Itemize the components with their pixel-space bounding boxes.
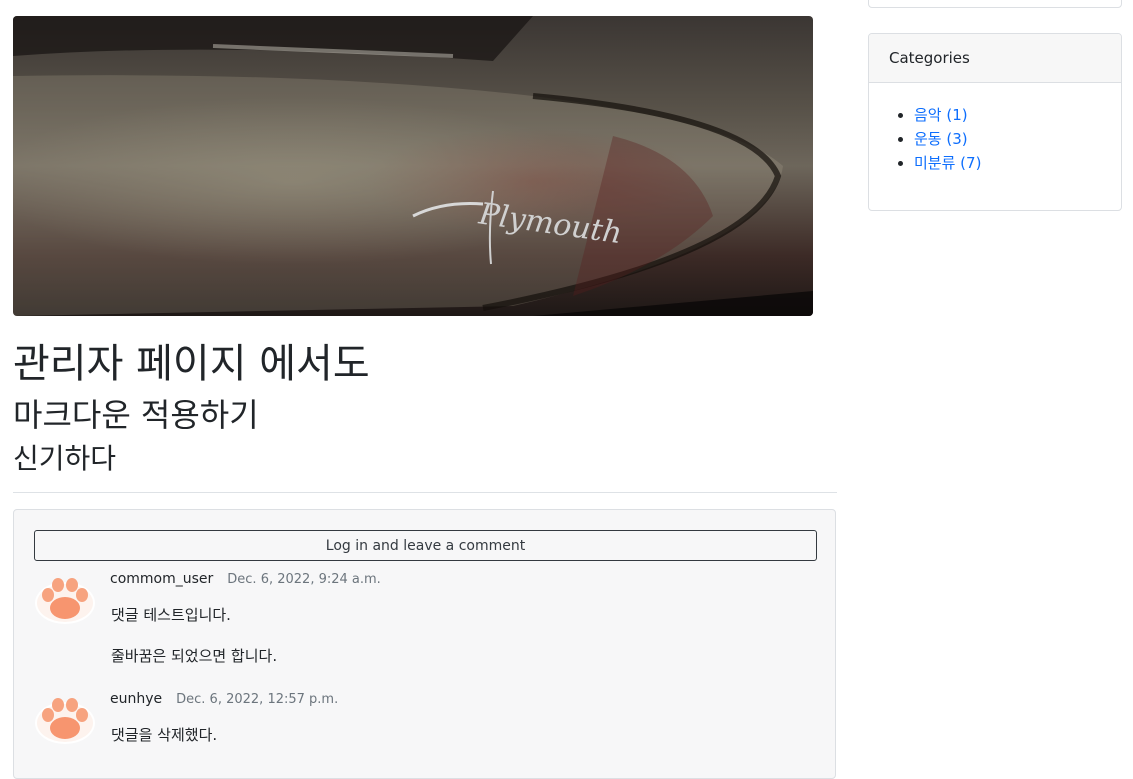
comment-author: eunhye <box>110 691 163 707</box>
comment-author: commom_user <box>110 571 214 587</box>
car-hood-illustration: Plymouth <box>13 16 813 316</box>
post-subtitle: 마크다운 적용하기 <box>13 396 259 434</box>
comments-section: Log in and leave a comment commom_user De… <box>13 509 836 779</box>
login-comment-button[interactable]: Log in and leave a comment <box>34 530 817 561</box>
cat-paw-icon <box>35 698 95 744</box>
divider <box>13 492 837 493</box>
sidebar-card <box>868 0 1122 8</box>
comment-date: Dec. 6, 2022, 12:57 p.m. <box>176 692 339 707</box>
category-link[interactable]: 미분류 (7) <box>914 154 981 172</box>
category-link[interactable]: 운동 (3) <box>914 130 968 148</box>
categories-card: Categories 음악 (1) 운동 (3) 미분류 (7) <box>868 33 1122 211</box>
comment-text: 줄바꿈은 되었으면 합니다. <box>111 647 278 665</box>
post-subheading: 신기하다 <box>13 442 117 475</box>
categories-list: 음악 (1) 운동 (3) 미분류 (7) <box>869 83 1121 175</box>
comment-text: 댓글을 삭제했다. <box>111 726 218 744</box>
cat-paw-icon <box>35 578 95 624</box>
category-item: 운동 (3) <box>914 127 1121 151</box>
category-item: 음악 (1) <box>914 103 1121 127</box>
category-item: 미분류 (7) <box>914 151 1121 175</box>
comment-date: Dec. 6, 2022, 9:24 a.m. <box>227 572 381 587</box>
comment-text: 댓글 테스트입니다. <box>111 606 231 624</box>
comment-author-line: commom_user Dec. 6, 2022, 9:24 a.m. <box>110 571 381 587</box>
post-hero-image: Plymouth <box>13 16 813 316</box>
category-link[interactable]: 음악 (1) <box>914 106 968 124</box>
comment-author-line: eunhye Dec. 6, 2022, 12:57 p.m. <box>110 691 338 707</box>
categories-header: Categories <box>869 34 1121 83</box>
post-title: 관리자 페이지 에서도 <box>13 341 370 387</box>
